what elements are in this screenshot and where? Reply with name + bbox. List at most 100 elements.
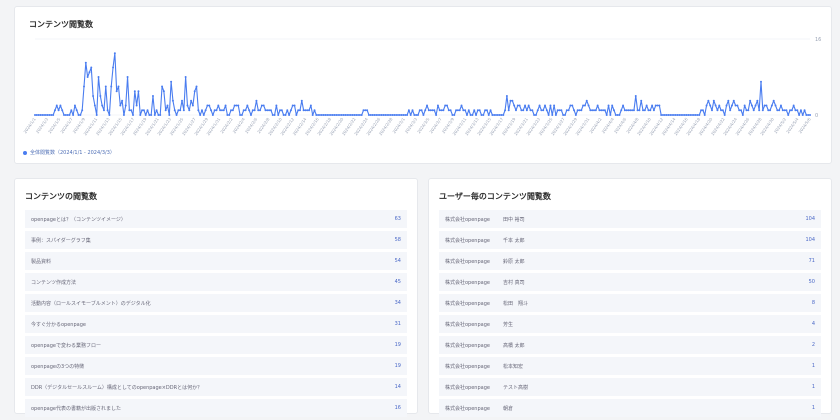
user-row[interactable]: 株式会社openpage 高橋 太郎 2 bbox=[439, 336, 821, 354]
data-point bbox=[758, 109, 761, 112]
data-point bbox=[622, 104, 625, 107]
data-point bbox=[358, 114, 361, 116]
data-point bbox=[380, 114, 383, 116]
data-point bbox=[84, 61, 87, 64]
content-views-list: openpageとは？（コンテンツイメージ） 63 事例：スパイダーグラフ集 58 製品… bbox=[25, 210, 407, 420]
user-row[interactable]: 株式会社openpage 松本知宏 1 bbox=[439, 357, 821, 375]
data-point bbox=[551, 114, 554, 116]
data-point bbox=[544, 104, 547, 107]
user-company: 株式会社openpage bbox=[445, 321, 490, 328]
content-view-count: 19 bbox=[394, 342, 401, 348]
data-point bbox=[500, 114, 503, 116]
data-point bbox=[378, 114, 381, 116]
data-point bbox=[141, 109, 144, 112]
data-point bbox=[429, 109, 432, 112]
content-view-count: 54 bbox=[394, 258, 401, 264]
data-point bbox=[309, 104, 312, 107]
user-name: 芳生 bbox=[503, 321, 514, 328]
data-point bbox=[602, 109, 605, 112]
content-name: openpageで変わる業務フロー bbox=[31, 342, 101, 349]
user-row[interactable]: 株式会社openpage 朝倉 1 bbox=[439, 399, 821, 417]
data-point bbox=[200, 109, 203, 112]
data-point bbox=[747, 109, 750, 112]
data-point bbox=[181, 99, 184, 102]
data-point bbox=[117, 85, 120, 88]
data-point bbox=[451, 114, 454, 116]
data-point bbox=[426, 104, 429, 107]
data-point bbox=[280, 109, 283, 112]
user-view-count: 50 bbox=[808, 279, 815, 285]
data-point bbox=[531, 109, 534, 112]
data-point bbox=[716, 109, 719, 112]
content-row[interactable]: コンテンツ作成方法 45 bbox=[25, 273, 407, 291]
user-row[interactable]: 株式会社openpage 千本 太郎 104 bbox=[439, 231, 821, 249]
data-point bbox=[322, 114, 325, 116]
data-point bbox=[785, 109, 788, 112]
data-point bbox=[293, 104, 296, 107]
data-point bbox=[779, 104, 782, 107]
data-point bbox=[308, 109, 311, 112]
data-point bbox=[286, 109, 289, 112]
data-point bbox=[211, 114, 214, 116]
data-point bbox=[774, 104, 777, 107]
content-row[interactable]: openpageで変わる業務フロー 19 bbox=[25, 336, 407, 354]
user-row[interactable]: 株式会社openpage テスト高樹 1 bbox=[439, 378, 821, 396]
content-row[interactable]: openpageとは？（コンテンツイメージ） 63 bbox=[25, 210, 407, 228]
data-point bbox=[204, 109, 207, 112]
data-point bbox=[714, 104, 717, 107]
content-view-count: 45 bbox=[394, 279, 401, 285]
content-views-title: コンテンツの閲覧数 bbox=[25, 192, 97, 201]
content-row[interactable]: 製品資料 54 bbox=[25, 252, 407, 270]
user-row[interactable]: 株式会社openpage 鈴原 太郎 71 bbox=[439, 252, 821, 270]
data-point bbox=[749, 99, 752, 102]
chart-legend[interactable]: 全体閲覧数（2024/1/1 - 2024/3/3） bbox=[23, 149, 115, 156]
data-point bbox=[228, 114, 231, 116]
data-point bbox=[790, 109, 793, 112]
data-point bbox=[333, 114, 336, 116]
content-row[interactable]: 活動内容（ロールスイモーブルメント）のデジタル化 34 bbox=[25, 294, 407, 312]
data-point bbox=[61, 109, 64, 112]
data-point bbox=[367, 114, 370, 116]
data-point bbox=[740, 109, 743, 112]
data-point bbox=[489, 109, 492, 112]
data-point bbox=[712, 99, 715, 102]
data-point bbox=[277, 114, 280, 116]
data-point bbox=[230, 109, 233, 112]
data-point bbox=[680, 114, 683, 116]
content-name: 今すぐ分かるopenpage bbox=[31, 321, 86, 328]
data-point bbox=[700, 109, 703, 112]
content-name: DDR（デジタルセールスルーム）構成としてのopenpage×DDRとは何か？ bbox=[31, 384, 203, 391]
data-point bbox=[805, 114, 808, 116]
user-row[interactable]: 株式会社openpage 芳生 4 bbox=[439, 315, 821, 333]
data-point bbox=[667, 114, 670, 116]
data-point bbox=[730, 104, 733, 107]
data-point bbox=[460, 104, 463, 107]
data-point bbox=[527, 104, 530, 107]
content-row[interactable]: openpageの3つの特徴 19 bbox=[25, 357, 407, 375]
data-point bbox=[698, 114, 701, 116]
user-row[interactable]: 株式会社openpage 吉村 真司 50 bbox=[439, 273, 821, 291]
data-point bbox=[266, 109, 269, 112]
legend-label: 全体閲覧数（2024/1/1 - 2024/3/3） bbox=[30, 150, 115, 156]
data-point bbox=[656, 104, 659, 107]
data-point bbox=[634, 95, 637, 97]
user-row[interactable]: 株式会社openpage 田中 裕司 104 bbox=[439, 210, 821, 228]
data-point bbox=[335, 114, 338, 116]
data-point bbox=[244, 109, 247, 112]
data-point bbox=[587, 104, 590, 107]
content-row[interactable]: DDR（デジタルセールスルーム）構成としてのopenpage×DDRとは何か？ 1… bbox=[25, 378, 407, 396]
content-row[interactable]: 今すぐ分かるopenpage 31 bbox=[25, 315, 407, 333]
content-row[interactable]: openpage代表の書籍が出版されました 16 bbox=[25, 399, 407, 417]
data-point bbox=[262, 104, 265, 107]
data-point bbox=[796, 109, 799, 112]
data-point bbox=[465, 114, 468, 116]
user-row[interactable]: 株式会社openpage 松田 翔斗 8 bbox=[439, 294, 821, 312]
data-point bbox=[442, 109, 445, 112]
data-point bbox=[191, 104, 194, 107]
data-point bbox=[222, 109, 225, 112]
content-view-count: 19 bbox=[394, 363, 401, 369]
data-point bbox=[146, 109, 149, 112]
data-point bbox=[43, 114, 46, 116]
content-row[interactable]: 事例：スパイダーグラフ集 58 bbox=[25, 231, 407, 249]
data-point bbox=[491, 114, 494, 116]
